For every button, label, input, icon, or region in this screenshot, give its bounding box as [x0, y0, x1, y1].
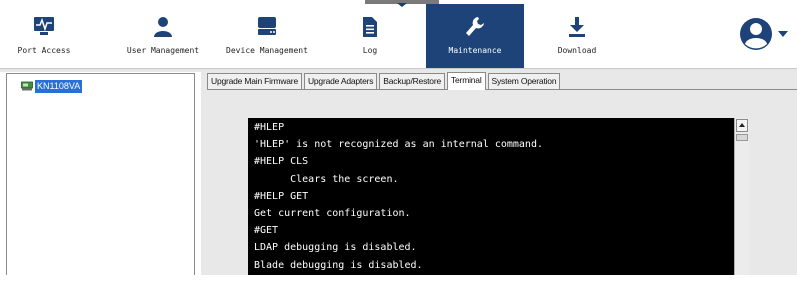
tree-item-device[interactable]: KN1108VA	[21, 79, 83, 93]
top-navigation-bar: Port Access User Management Device Manag…	[0, 0, 797, 69]
user-management-icon	[108, 16, 218, 40]
tab-upgrade-adapters[interactable]: Upgrade Adapters	[303, 73, 378, 89]
terminal-line: Get current configuration.	[254, 208, 411, 220]
nav-download-label: Download	[557, 46, 597, 55]
terminal-line: #HELP CLS	[254, 156, 309, 168]
log-icon	[330, 16, 410, 40]
port-access-icon	[0, 16, 88, 40]
tab-upgrade-main-firmware[interactable]: Upgrade Main Firmware	[207, 73, 302, 89]
tab-system-operation[interactable]: System Operation	[487, 73, 561, 89]
nav-maintenance-label: Maintenance	[448, 46, 502, 55]
terminal-line: LDAP attribute:iKVM33-userProfile.	[254, 276, 459, 288]
maintenance-panel: Upgrade Main Firmware Upgrade Adapters B…	[201, 72, 797, 288]
terminal-tab-content: #HLEP 'HLEP' is not recognized as an int…	[207, 90, 797, 288]
terminal-line: Blade debugging is disabled.	[254, 259, 423, 271]
nav-log-label: Log	[362, 46, 378, 55]
terminal-line: LDAP debugging is disabled.	[254, 242, 417, 254]
nav-user-management-label: User Management	[126, 46, 200, 55]
scroll-thumb[interactable]	[736, 134, 748, 141]
nav-maintenance[interactable]: Maintenance	[426, 4, 524, 68]
user-menu-button[interactable]	[738, 16, 794, 52]
tab-bar: Upgrade Main Firmware Upgrade Adapters B…	[207, 72, 562, 90]
terminal-console[interactable]: #HLEP 'HLEP' is not recognized as an int…	[248, 118, 734, 288]
nav-user-management[interactable]: User Management	[108, 4, 218, 68]
tab-terminal[interactable]: Terminal	[446, 72, 486, 90]
nav-device-management[interactable]: Device Management	[220, 4, 314, 68]
device-tree-panel: KN1108VA	[6, 73, 195, 275]
download-icon	[534, 16, 620, 40]
nav-port-access[interactable]: Port Access	[0, 4, 88, 68]
user-avatar-icon	[740, 18, 772, 50]
tree-item-label: KN1108VA	[35, 79, 83, 93]
nav-log[interactable]: Log	[330, 4, 410, 68]
nav-device-management-label: Device Management	[226, 46, 308, 55]
terminal-line: 'HLEP' is not recognized as an internal …	[254, 139, 543, 151]
device-node-icon	[21, 81, 33, 91]
tab-backup-restore[interactable]: Backup/Restore	[379, 73, 445, 89]
terminal-line: #GET	[254, 225, 279, 237]
device-management-icon	[220, 16, 314, 40]
nav-download[interactable]: Download	[534, 4, 620, 68]
nav-port-access-label: Port Access	[17, 46, 71, 55]
terminal-line: Clears the screen.	[254, 173, 399, 185]
terminal-output: #HLEP 'HLEP' is not recognized as an int…	[254, 119, 543, 291]
scroll-up-button[interactable]	[736, 119, 748, 132]
chevron-down-icon	[778, 31, 788, 37]
terminal-line: #HLEP	[254, 122, 285, 133]
terminal-scrollbar[interactable]	[734, 118, 749, 275]
maintenance-icon	[426, 16, 524, 40]
terminal-line: #HELP GET	[254, 190, 309, 202]
